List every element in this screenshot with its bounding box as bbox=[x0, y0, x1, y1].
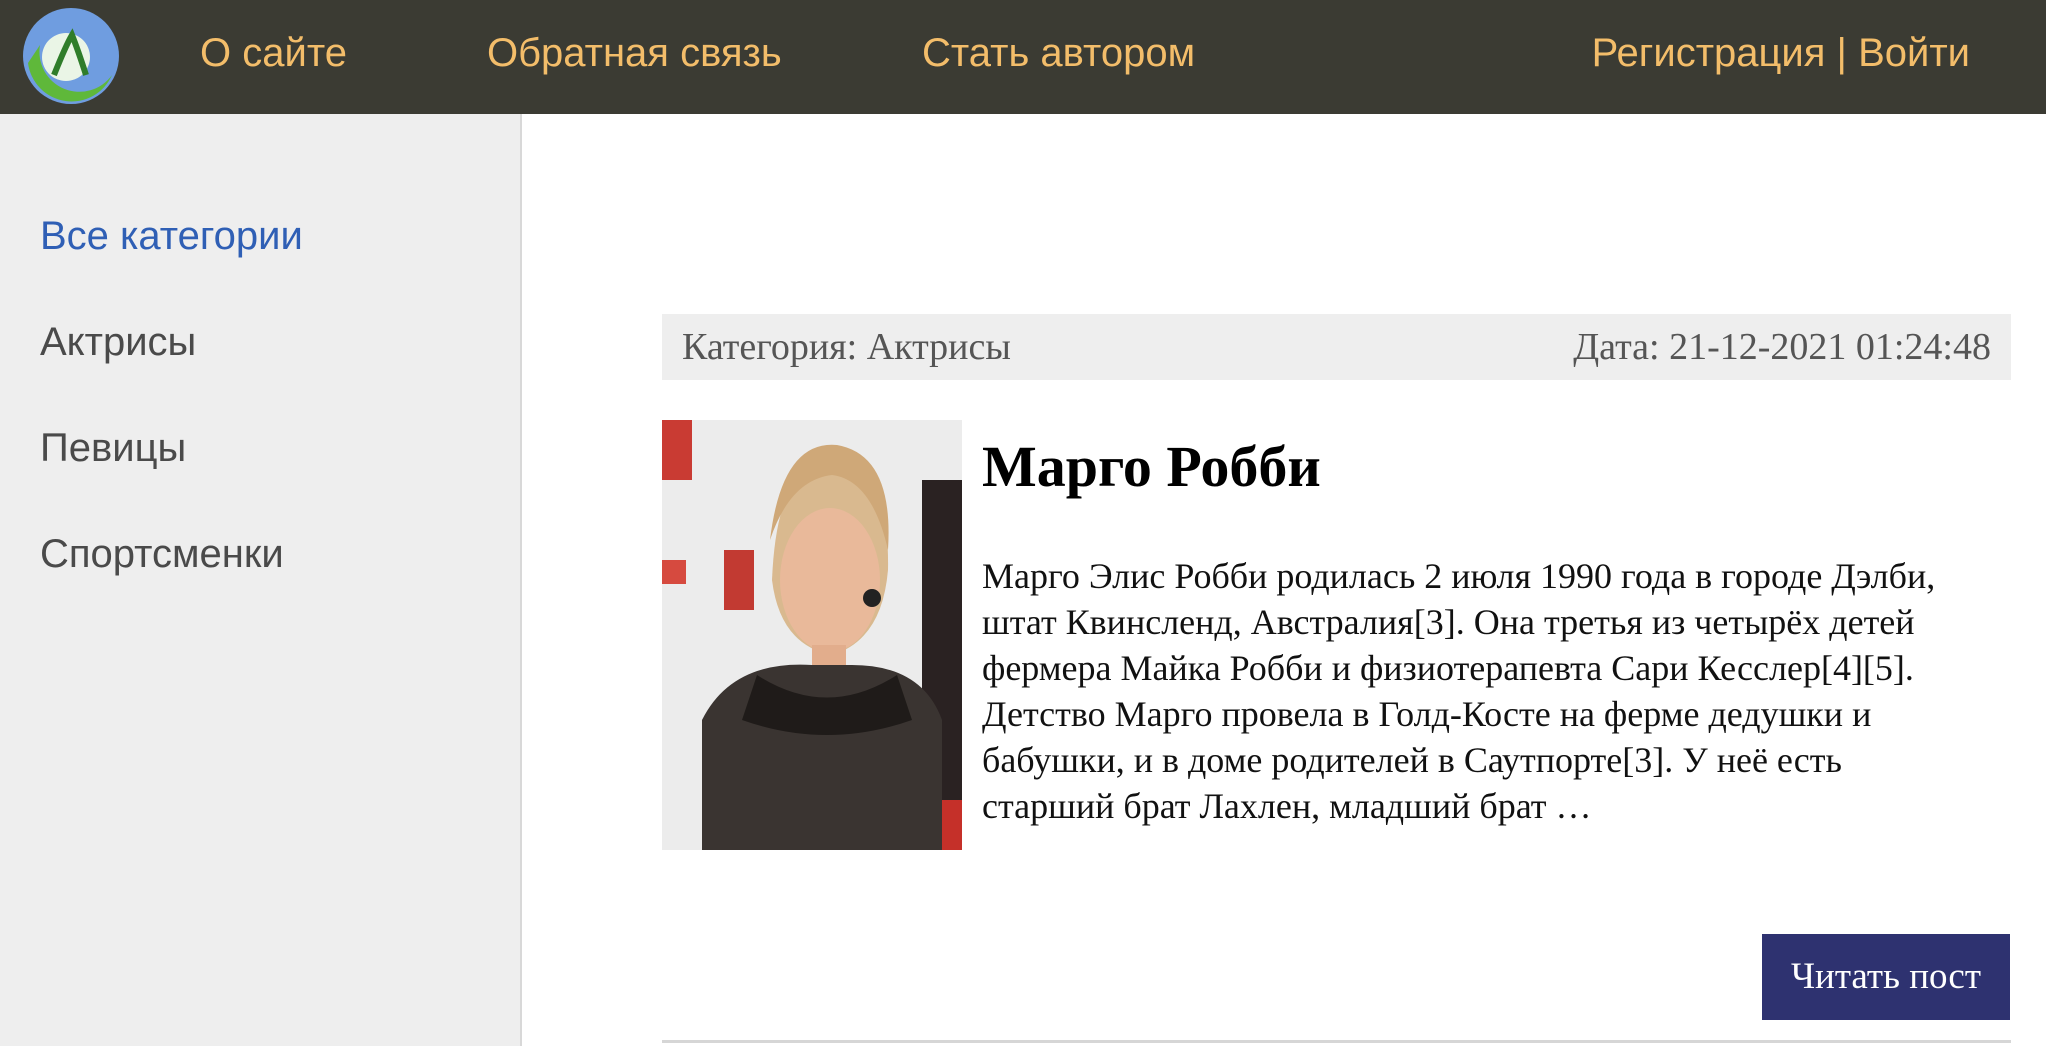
nav-become-author-link[interactable]: Стать автором bbox=[922, 28, 1195, 78]
auth-links: Регистрация | Войти bbox=[1592, 28, 1970, 78]
read-post-button[interactable]: Читать пост bbox=[1762, 934, 2010, 1020]
sidebar-item-actresses[interactable]: Актрисы bbox=[40, 317, 196, 367]
auth-separator: | bbox=[1825, 31, 1859, 75]
post-meta-bar: Категория: Актрисы Дата: 21-12-2021 01:2… bbox=[662, 314, 2011, 380]
post-category: Категория: Актрисы bbox=[682, 326, 1011, 368]
sidebar-item-athletes[interactable]: Спортсменки bbox=[40, 529, 284, 579]
top-navbar: О сайте Обратная связь Стать автором Рег… bbox=[0, 0, 2046, 114]
post-title[interactable]: Марго Робби bbox=[982, 432, 1321, 502]
site-logo-icon[interactable] bbox=[20, 5, 122, 107]
sidebar-item-all-categories[interactable]: Все категории bbox=[40, 211, 303, 261]
post-date: Дата: 21-12-2021 01:24:48 bbox=[1573, 326, 1991, 368]
login-link[interactable]: Войти bbox=[1858, 31, 1970, 75]
post-divider bbox=[662, 1040, 2011, 1043]
post-photo[interactable] bbox=[662, 420, 962, 850]
post-excerpt: Марго Элис Робби родилась 2 июля 1990 го… bbox=[982, 556, 1936, 826]
category-sidebar: Все категории Актрисы Певицы Спортсменки bbox=[0, 114, 522, 1046]
nav-about-link[interactable]: О сайте bbox=[200, 28, 347, 78]
nav-feedback-link[interactable]: Обратная связь bbox=[487, 28, 782, 78]
sidebar-item-singers[interactable]: Певицы bbox=[40, 423, 186, 473]
register-link[interactable]: Регистрация bbox=[1592, 31, 1826, 75]
